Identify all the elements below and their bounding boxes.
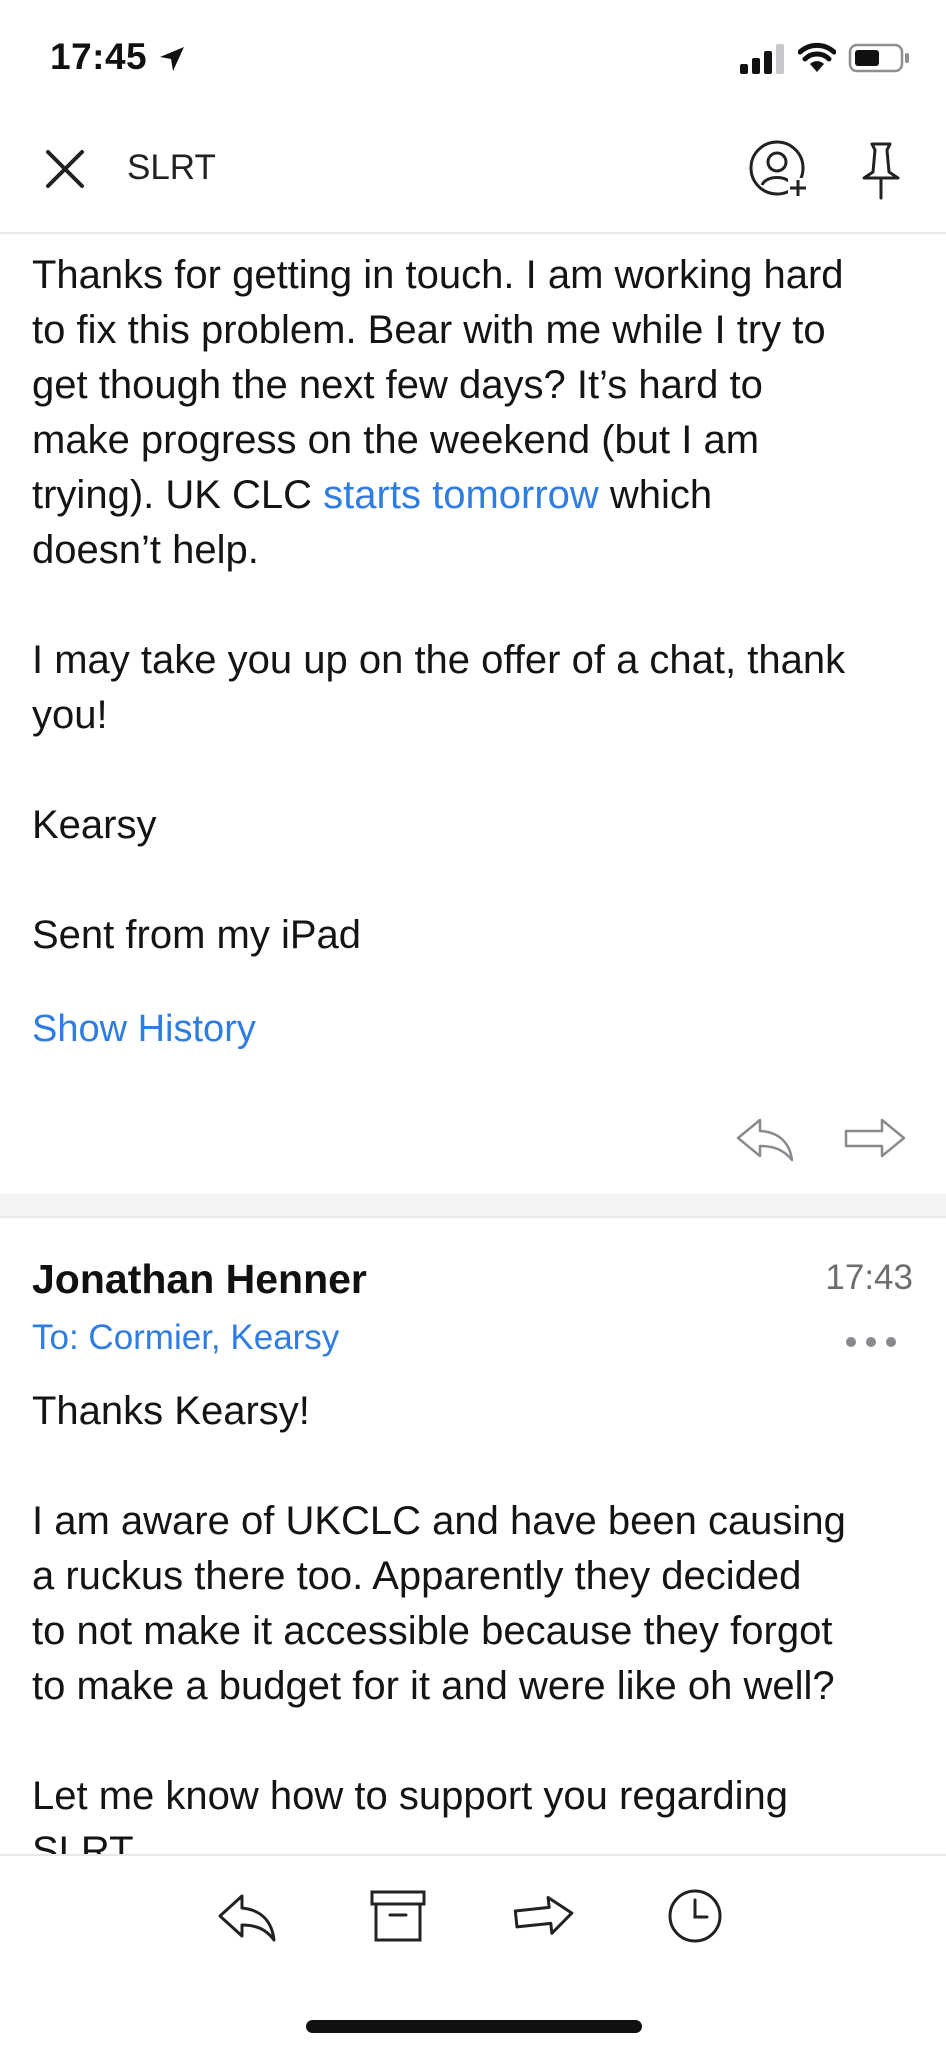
reply-icon[interactable] [734,1114,796,1164]
pin-icon[interactable] [856,140,906,200]
message-time: 17:43 [825,1258,913,1297]
clock-icon[interactable] [663,1886,727,1946]
message-paragraph: I am aware of UKCLC and have been causin… [32,1494,922,1714]
conversation-title: SLRT [127,148,216,187]
status-time: 17:45 [50,36,148,77]
recipients-link[interactable]: To: Cormier, Kearsy [32,1318,339,1358]
text-segment: which [598,473,713,517]
text-line: I may take you up on the offer of a chat… [32,638,846,682]
message-body: Thanks for getting in touch. I am workin… [32,248,922,1018]
sender-name[interactable]: Jonathan Henner [32,1256,367,1303]
message-paragraph: Thanks for getting in touch. I am workin… [32,248,922,578]
home-indicator[interactable] [306,2020,642,2033]
text-line: Thanks for getting in touch. I am workin… [32,253,844,297]
nav-bar: SLRT [0,118,946,234]
close-icon[interactable] [40,144,90,194]
greeting: Thanks Kearsy! [32,1389,310,1433]
text-line: get though the next few days? It’s hard … [32,363,763,407]
show-history-link[interactable]: Show History [32,1008,256,1051]
message-body: Thanks Kearsy! I am aware of UKCLC and h… [32,1384,922,1854]
text-line: you! [32,693,108,737]
text-line: I am aware of UKCLC and have been causin… [32,1499,846,1543]
more-icon[interactable] [842,1332,900,1352]
cellular-signal-icon [740,44,784,74]
archive-icon[interactable] [366,1886,430,1946]
text-line: trying). UK CLC starts tomorrow which [32,468,922,523]
text-line: to make a budget for it and were like oh… [32,1664,835,1708]
message-paragraph: Let me know how to support you regarding… [32,1769,922,1854]
wifi-icon [798,42,836,72]
location-arrow-icon [160,47,184,71]
forward-icon[interactable] [512,1886,576,1946]
forward-icon[interactable] [842,1114,908,1164]
detected-event-link[interactable]: starts tomorrow [323,473,599,517]
text-line: Let me know how to support you regarding [32,1774,788,1818]
bottom-toolbar [0,1854,946,2050]
text-segment: trying). UK CLC [32,473,324,517]
message-thread[interactable]: Thanks for getting in touch. I am workin… [0,234,946,1854]
text-line: SLRT [32,1829,134,1854]
message-divider [0,1194,946,1218]
signature: Kearsy [32,803,157,847]
sent-from-text: Sent from my iPad [32,913,362,957]
battery-icon [848,43,909,73]
message-paragraph: I may take you up on the offer of a chat… [32,633,922,743]
status-bar: 17:45 [0,0,946,118]
text-line: to not make it accessible because they f… [32,1609,833,1653]
text-line: make progress on the weekend (but I am [32,418,760,462]
text-line: a ruckus there too. Apparently they deci… [32,1554,802,1598]
reply-icon[interactable] [216,1886,280,1946]
text-line: to fix this problem. Bear with me while … [32,308,826,352]
add-person-icon[interactable] [748,138,810,200]
text-line: doesn’t help. [32,528,259,572]
